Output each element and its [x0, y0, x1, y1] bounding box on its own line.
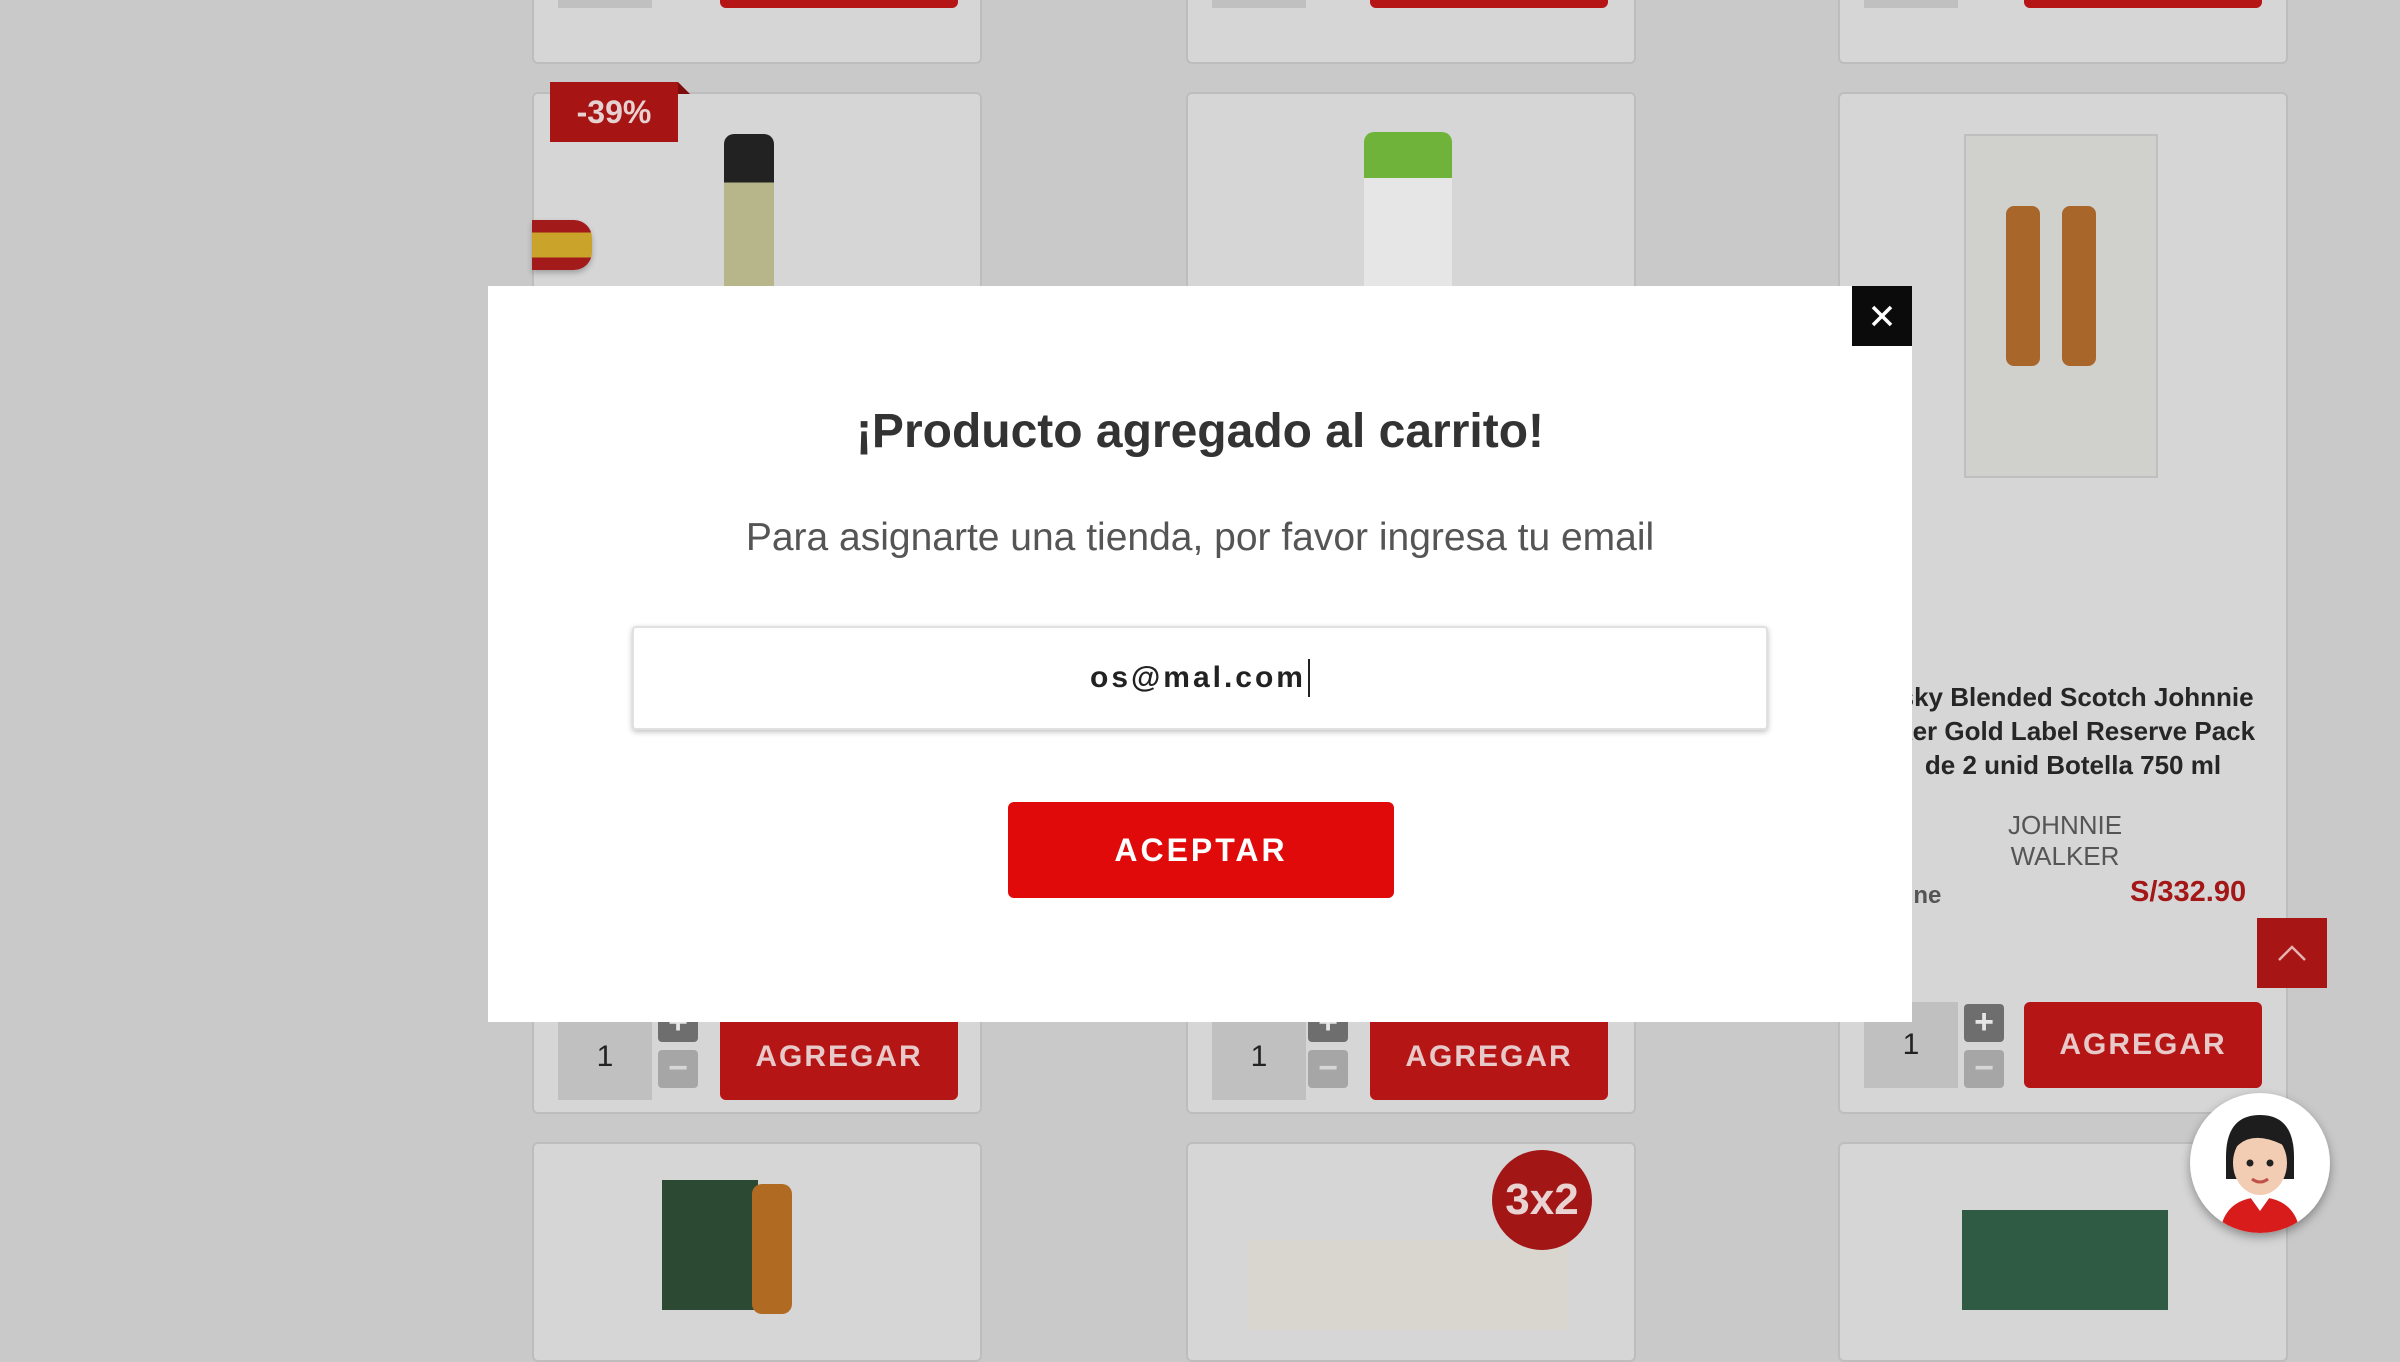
- add-to-cart-button[interactable]: AGREGAR: [1370, 0, 1608, 8]
- product-card: [532, 1142, 982, 1362]
- text-caret: [1307, 659, 1310, 697]
- cart-added-modal: ¡Producto agregado al carrito! Para asig…: [488, 286, 1912, 1022]
- quantity-input[interactable]: 1: [558, 0, 652, 8]
- product-title-line: de 2 unid Botella 750 ml: [1924, 750, 2222, 780]
- accept-button[interactable]: ACEPTAR: [1008, 802, 1394, 898]
- quantity-input[interactable]: 1: [1864, 0, 1958, 8]
- promo-badge: 3x2: [1492, 1150, 1592, 1250]
- product-brand: JOHNNIE WALKER: [2007, 810, 2123, 871]
- flag-spain-icon: [532, 220, 592, 270]
- product-card: 1 − AGREGAR: [1186, 0, 1636, 64]
- quantity-input[interactable]: 1: [1212, 0, 1306, 8]
- quantity-input[interactable]: 1: [558, 1014, 652, 1100]
- close-icon: [1871, 305, 1893, 327]
- product-title-line: lker Gold Label Reserve Pack: [1890, 716, 2256, 746]
- product-title[interactable]: isky Blended Scotch Johnnie lker Gold La…: [1868, 680, 2278, 782]
- product-image[interactable]: [1964, 134, 2158, 478]
- add-to-cart-button[interactable]: AGREGAR: [720, 0, 958, 8]
- modal-title: ¡Producto agregado al carrito!: [855, 405, 1545, 458]
- assistant-avatar-icon: [2194, 1097, 2326, 1233]
- product-price: S/332.90: [2130, 876, 2247, 908]
- product-image[interactable]: [1248, 1240, 1568, 1330]
- scroll-to-top-button[interactable]: [2257, 918, 2327, 988]
- product-image[interactable]: [662, 1180, 758, 1310]
- product-card: 1 − AGREGAR: [1838, 0, 2288, 64]
- chat-assistant-button[interactable]: [2190, 1093, 2330, 1233]
- plus-icon[interactable]: +: [1964, 1004, 2004, 1042]
- product-card: 1 − AGREGAR: [532, 0, 982, 64]
- minus-icon[interactable]: −: [1308, 1050, 1348, 1088]
- minus-icon[interactable]: −: [658, 1050, 698, 1088]
- product-image[interactable]: [1962, 1210, 2168, 1310]
- add-to-cart-button[interactable]: AGREGAR: [2024, 0, 2262, 8]
- product-title-line: isky Blended Scotch Johnnie: [1892, 682, 2254, 712]
- add-to-cart-button[interactable]: AGREGAR: [1370, 1014, 1608, 1100]
- quantity-input[interactable]: 1: [1212, 1014, 1306, 1100]
- add-to-cart-button[interactable]: AGREGAR: [720, 1014, 958, 1100]
- modal-close-button[interactable]: [1852, 286, 1912, 346]
- chevron-up-icon: [2278, 945, 2306, 961]
- discount-badge: -39%: [550, 82, 690, 142]
- add-to-cart-button[interactable]: AGREGAR: [2024, 1002, 2262, 1088]
- email-field-value: os@mal.com: [1090, 661, 1306, 694]
- modal-subtitle: Para asignarte una tienda, por favor ing…: [745, 516, 1655, 559]
- email-field[interactable]: os@mal.com: [632, 626, 1768, 730]
- minus-icon[interactable]: −: [1964, 1050, 2004, 1088]
